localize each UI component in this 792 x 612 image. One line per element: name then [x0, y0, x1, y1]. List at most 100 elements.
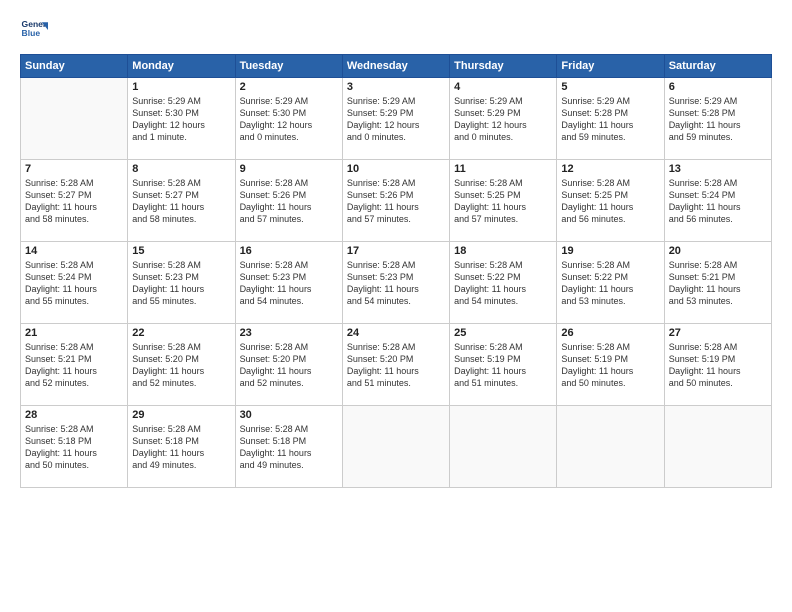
day-number: 22 — [132, 327, 230, 339]
day-info: Sunrise: 5:28 AM Sunset: 5:18 PM Dayligh… — [132, 423, 230, 472]
day-info: Sunrise: 5:28 AM Sunset: 5:25 PM Dayligh… — [454, 177, 552, 226]
day-info: Sunrise: 5:29 AM Sunset: 5:29 PM Dayligh… — [347, 95, 445, 144]
day-info: Sunrise: 5:28 AM Sunset: 5:24 PM Dayligh… — [25, 259, 123, 308]
day-number: 6 — [669, 81, 767, 93]
calendar-cell: 8 Sunrise: 5:28 AM Sunset: 5:27 PM Daylig… — [128, 160, 235, 242]
calendar-cell: 23Sunrise: 5:28 AM Sunset: 5:20 PM Dayli… — [235, 324, 342, 406]
col-header-saturday: Saturday — [664, 55, 771, 78]
day-info: Sunrise: 5:28 AM Sunset: 5:21 PM Dayligh… — [669, 259, 767, 308]
calendar-cell: 4 Sunrise: 5:29 AM Sunset: 5:29 PM Daylig… — [450, 78, 557, 160]
calendar-week-row: 7 Sunrise: 5:28 AM Sunset: 5:27 PM Daylig… — [21, 160, 772, 242]
col-header-tuesday: Tuesday — [235, 55, 342, 78]
calendar-cell — [557, 406, 664, 488]
day-number: 19 — [561, 245, 659, 257]
col-header-monday: Monday — [128, 55, 235, 78]
day-number: 15 — [132, 245, 230, 257]
day-number: 8 — [132, 163, 230, 175]
day-number: 13 — [669, 163, 767, 175]
calendar-cell: 25 Sunrise: 5:28 AM Sunset: 5:19 PM Dayli… — [450, 324, 557, 406]
calendar-cell: 26Sunrise: 5:28 AM Sunset: 5:19 PM Dayli… — [557, 324, 664, 406]
calendar-cell: 29 Sunrise: 5:28 AM Sunset: 5:18 PM Dayli… — [128, 406, 235, 488]
calendar-cell: 6 Sunrise: 5:29 AM Sunset: 5:28 PM Daylig… — [664, 78, 771, 160]
calendar-cell: 2 Sunrise: 5:29 AM Sunset: 5:30 PM Daylig… — [235, 78, 342, 160]
day-info: Sunrise: 5:28 AM Sunset: 5:23 PM Dayligh… — [240, 259, 338, 308]
logo: General Blue — [20, 16, 50, 44]
calendar-week-row: 21Sunrise: 5:28 AM Sunset: 5:21 PM Dayli… — [21, 324, 772, 406]
logo-icon: General Blue — [20, 16, 48, 44]
col-header-thursday: Thursday — [450, 55, 557, 78]
day-number: 12 — [561, 163, 659, 175]
day-number: 4 — [454, 81, 552, 93]
calendar-cell: 14Sunrise: 5:28 AM Sunset: 5:24 PM Dayli… — [21, 242, 128, 324]
calendar-cell: 7 Sunrise: 5:28 AM Sunset: 5:27 PM Daylig… — [21, 160, 128, 242]
calendar-cell: 18 Sunrise: 5:28 AM Sunset: 5:22 PM Dayli… — [450, 242, 557, 324]
col-header-sunday: Sunday — [21, 55, 128, 78]
day-info: Sunrise: 5:29 AM Sunset: 5:30 PM Dayligh… — [240, 95, 338, 144]
day-info: Sunrise: 5:28 AM Sunset: 5:23 PM Dayligh… — [347, 259, 445, 308]
day-number: 28 — [25, 409, 123, 421]
calendar-cell — [664, 406, 771, 488]
calendar-cell: 11 Sunrise: 5:28 AM Sunset: 5:25 PM Dayli… — [450, 160, 557, 242]
day-number: 9 — [240, 163, 338, 175]
day-number: 20 — [669, 245, 767, 257]
page: General Blue SundayMondayTuesdayWednesda… — [0, 0, 792, 612]
svg-text:Blue: Blue — [22, 28, 41, 38]
day-info: Sunrise: 5:29 AM Sunset: 5:28 PM Dayligh… — [669, 95, 767, 144]
calendar-cell: 22 Sunrise: 5:28 AM Sunset: 5:20 PM Dayli… — [128, 324, 235, 406]
calendar-cell: 27Sunrise: 5:28 AM Sunset: 5:19 PM Dayli… — [664, 324, 771, 406]
day-info: Sunrise: 5:28 AM Sunset: 5:27 PM Dayligh… — [25, 177, 123, 226]
calendar-cell: 24 Sunrise: 5:28 AM Sunset: 5:20 PM Dayli… — [342, 324, 449, 406]
day-info: Sunrise: 5:28 AM Sunset: 5:26 PM Dayligh… — [240, 177, 338, 226]
calendar-header-row: SundayMondayTuesdayWednesdayThursdayFrid… — [21, 55, 772, 78]
day-number: 7 — [25, 163, 123, 175]
col-header-wednesday: Wednesday — [342, 55, 449, 78]
day-number: 5 — [561, 81, 659, 93]
day-info: Sunrise: 5:29 AM Sunset: 5:30 PM Dayligh… — [132, 95, 230, 144]
day-number: 11 — [454, 163, 552, 175]
day-number: 25 — [454, 327, 552, 339]
calendar-week-row: 28 Sunrise: 5:28 AM Sunset: 5:18 PM Dayli… — [21, 406, 772, 488]
day-number: 3 — [347, 81, 445, 93]
day-number: 30 — [240, 409, 338, 421]
calendar-table: SundayMondayTuesdayWednesdayThursdayFrid… — [20, 54, 772, 488]
calendar-cell: 28Sunrise: 5:28 AM Sunset: 5:18 PM Dayli… — [21, 406, 128, 488]
day-info: Sunrise: 5:28 AM Sunset: 5:18 PM Dayligh… — [240, 423, 338, 472]
day-number: 24 — [347, 327, 445, 339]
day-info: Sunrise: 5:29 AM Sunset: 5:28 PM Dayligh… — [561, 95, 659, 144]
day-info: Sunrise: 5:28 AM Sunset: 5:20 PM Dayligh… — [132, 341, 230, 390]
day-info: Sunrise: 5:28 AM Sunset: 5:19 PM Dayligh… — [669, 341, 767, 390]
calendar-week-row: 1 Sunrise: 5:29 AM Sunset: 5:30 PM Daylig… — [21, 78, 772, 160]
day-info: Sunrise: 5:28 AM Sunset: 5:22 PM Dayligh… — [561, 259, 659, 308]
day-number: 23 — [240, 327, 338, 339]
day-number: 2 — [240, 81, 338, 93]
calendar-week-row: 14Sunrise: 5:28 AM Sunset: 5:24 PM Dayli… — [21, 242, 772, 324]
day-number: 1 — [132, 81, 230, 93]
calendar-cell: 15 Sunrise: 5:28 AM Sunset: 5:23 PM Dayli… — [128, 242, 235, 324]
calendar-cell: 3 Sunrise: 5:29 AM Sunset: 5:29 PM Daylig… — [342, 78, 449, 160]
calendar-cell: 9 Sunrise: 5:28 AM Sunset: 5:26 PM Daylig… — [235, 160, 342, 242]
calendar-cell: 12Sunrise: 5:28 AM Sunset: 5:25 PM Dayli… — [557, 160, 664, 242]
day-number: 17 — [347, 245, 445, 257]
calendar-cell: 1 Sunrise: 5:29 AM Sunset: 5:30 PM Daylig… — [128, 78, 235, 160]
calendar-cell: 13 Sunrise: 5:28 AM Sunset: 5:24 PM Dayli… — [664, 160, 771, 242]
day-number: 29 — [132, 409, 230, 421]
calendar-cell: 10 Sunrise: 5:28 AM Sunset: 5:26 PM Dayli… — [342, 160, 449, 242]
calendar-cell — [342, 406, 449, 488]
calendar-cell: 30 Sunrise: 5:28 AM Sunset: 5:18 PM Dayli… — [235, 406, 342, 488]
calendar-cell: 16 Sunrise: 5:28 AM Sunset: 5:23 PM Dayli… — [235, 242, 342, 324]
day-info: Sunrise: 5:28 AM Sunset: 5:20 PM Dayligh… — [347, 341, 445, 390]
day-number: 26 — [561, 327, 659, 339]
day-info: Sunrise: 5:28 AM Sunset: 5:19 PM Dayligh… — [454, 341, 552, 390]
calendar-cell — [21, 78, 128, 160]
day-info: Sunrise: 5:28 AM Sunset: 5:26 PM Dayligh… — [347, 177, 445, 226]
day-info: Sunrise: 5:28 AM Sunset: 5:23 PM Dayligh… — [132, 259, 230, 308]
day-info: Sunrise: 5:29 AM Sunset: 5:29 PM Dayligh… — [454, 95, 552, 144]
day-info: Sunrise: 5:28 AM Sunset: 5:22 PM Dayligh… — [454, 259, 552, 308]
calendar-cell: 21Sunrise: 5:28 AM Sunset: 5:21 PM Dayli… — [21, 324, 128, 406]
day-info: Sunrise: 5:28 AM Sunset: 5:27 PM Dayligh… — [132, 177, 230, 226]
day-number: 16 — [240, 245, 338, 257]
day-number: 10 — [347, 163, 445, 175]
day-info: Sunrise: 5:28 AM Sunset: 5:24 PM Dayligh… — [669, 177, 767, 226]
day-number: 18 — [454, 245, 552, 257]
calendar-cell — [450, 406, 557, 488]
